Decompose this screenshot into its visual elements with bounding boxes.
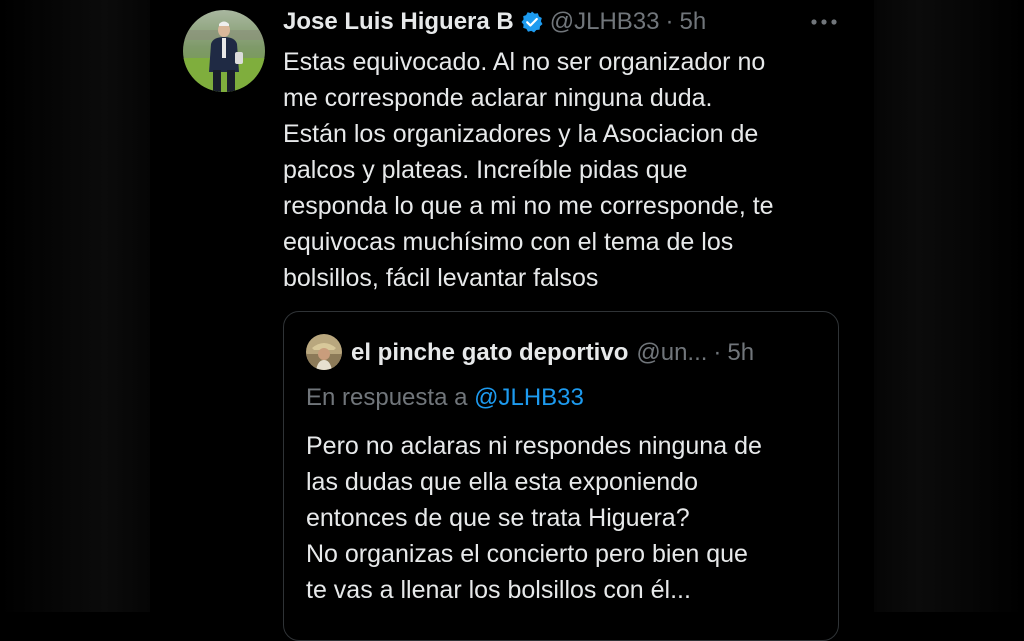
quoted-profile-photo xyxy=(306,334,342,370)
reply-mention-link[interactable]: @JLHB33 xyxy=(474,384,584,411)
quoted-handle[interactable]: @un... xyxy=(636,339,707,367)
avatar[interactable] xyxy=(183,10,265,92)
reply-prefix: En respuesta a xyxy=(306,384,468,411)
display-name[interactable]: Jose Luis Higuera B xyxy=(283,8,514,36)
quoted-tweet-text: Pero no aclaras ni respondes ninguna de … xyxy=(306,432,762,604)
more-options-icon[interactable] xyxy=(806,8,842,36)
profile-photo xyxy=(183,10,265,92)
left-backdrop xyxy=(0,0,150,612)
quoted-avatar[interactable] xyxy=(306,334,342,370)
quoted-separator-dot: · xyxy=(713,339,722,366)
separator-dot: · xyxy=(665,8,674,35)
handle[interactable]: @JLHB33 xyxy=(550,8,660,36)
quoted-timestamp[interactable]: 5h xyxy=(727,339,754,367)
timestamp[interactable]: 5h xyxy=(679,8,706,36)
quoted-display-name[interactable]: el pinche gato deportivo xyxy=(351,339,628,367)
tweet-header: Jose Luis Higuera B @JLHB33 · 5h xyxy=(283,4,853,40)
verified-badge-icon xyxy=(520,10,544,34)
quoted-tweet-header: el pinche gato deportivo @un... · 5h xyxy=(351,336,821,370)
reply-context: En respuesta a @JLHB33 xyxy=(306,384,584,418)
tweet-text: Estas equivocado. Al no ser organizador … xyxy=(283,48,774,292)
right-backdrop xyxy=(874,0,1024,612)
